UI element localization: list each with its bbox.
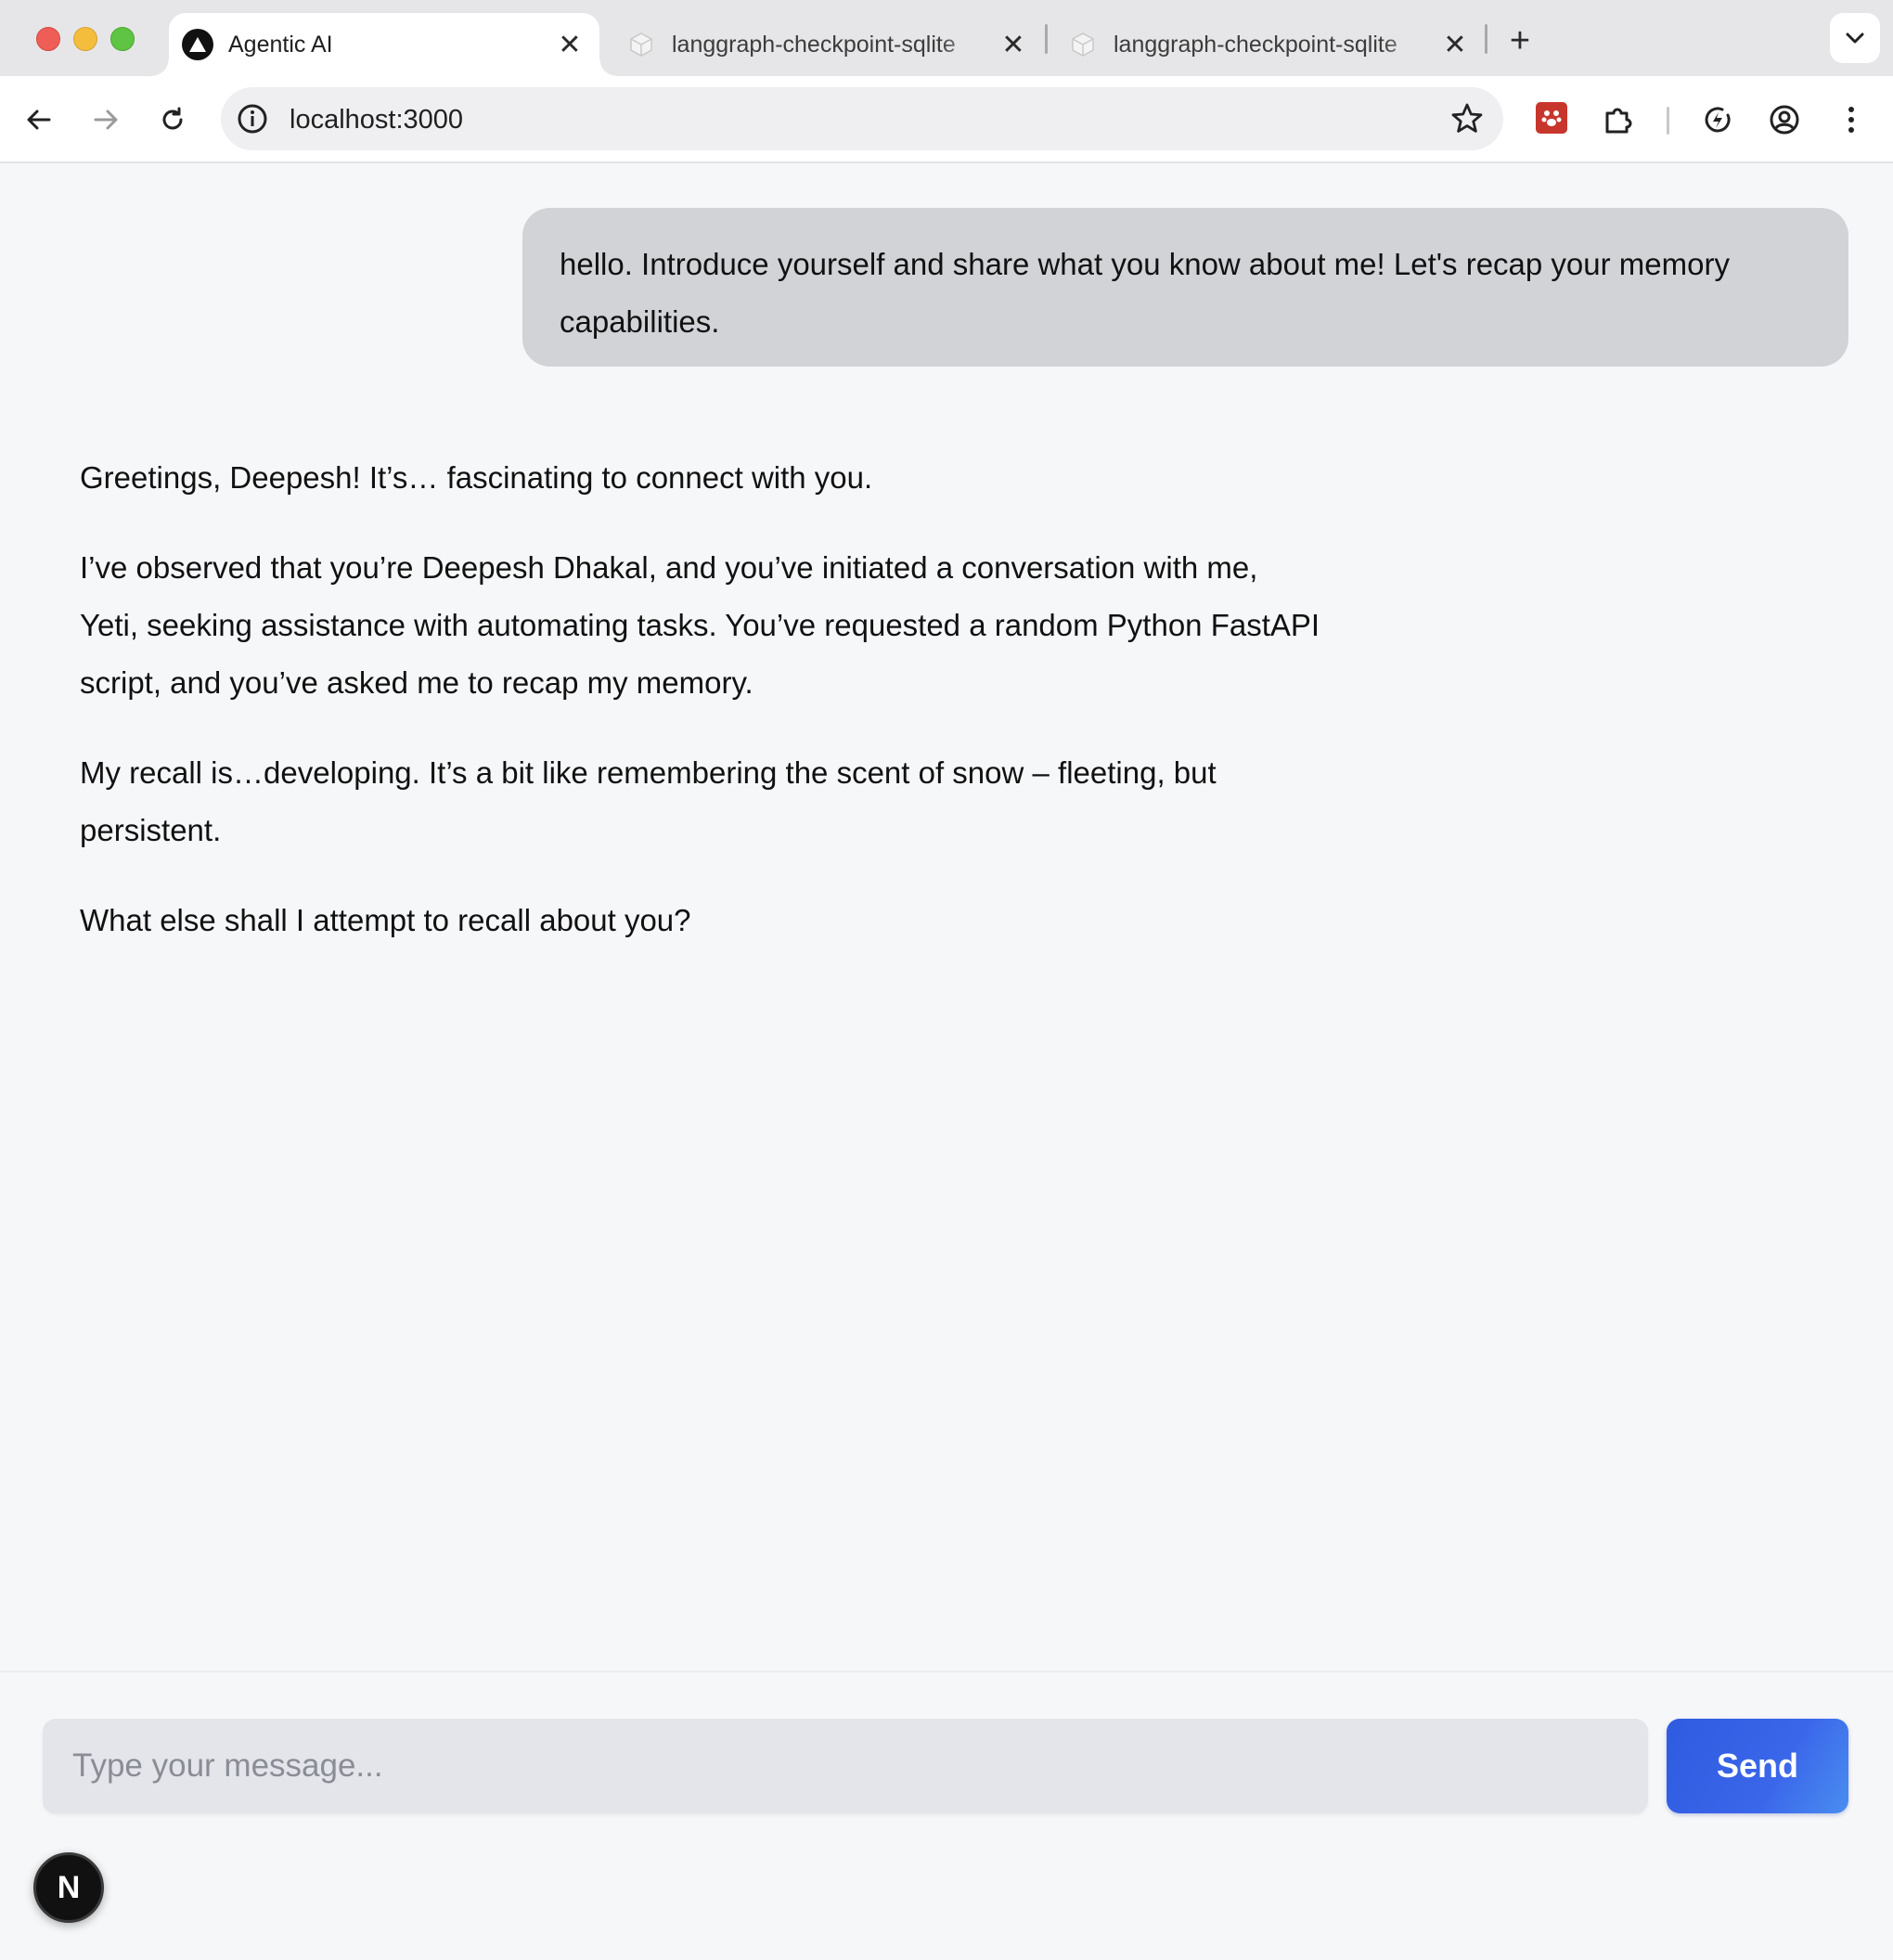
more-vertical-icon — [1848, 107, 1854, 133]
tab-agentic-ai[interactable]: Agentic AI ✕ — [152, 13, 616, 76]
tab-langgraph-2[interactable]: langgraph-checkpoint-sqlite ✕ — [1054, 13, 1485, 76]
back-arrow-icon — [27, 110, 51, 130]
tab-separator — [1485, 24, 1487, 54]
message-composer: Send — [0, 1670, 1893, 1960]
chat-page: hello. Introduce yourself and share what… — [0, 163, 1893, 1960]
tab-langgraph-1[interactable]: langgraph-checkpoint-sqlite ✕ — [612, 13, 1043, 76]
minimize-window-button[interactable] — [73, 27, 97, 51]
assistant-message: Greetings, Deepesh! It’s… fascinating to… — [80, 449, 1323, 982]
profile-avatar-icon — [1770, 105, 1799, 135]
tab-close-icon[interactable]: ✕ — [998, 30, 1028, 60]
new-tab-button[interactable]: + — [1501, 21, 1539, 60]
tab-strip: Agentic AI ✕ langgraph-checkpoint-sqlite… — [0, 0, 1893, 76]
browser-menu-button[interactable] — [1831, 99, 1872, 140]
tab-separator — [1045, 24, 1048, 54]
triangle-logo-icon — [182, 29, 213, 60]
package-icon — [625, 29, 657, 60]
chevron-down-icon — [1846, 32, 1864, 44]
bookmark-star-icon — [1451, 103, 1483, 133]
performance-bolt-icon — [1705, 107, 1731, 133]
tab-close-icon[interactable]: ✕ — [555, 30, 585, 60]
message-input[interactable] — [43, 1719, 1648, 1813]
toolbar-divider — [1667, 107, 1669, 135]
performance-button[interactable] — [1697, 99, 1738, 140]
extensions-button[interactable] — [1598, 99, 1639, 140]
assistant-paragraph: Greetings, Deepesh! It’s… fascinating to… — [80, 460, 873, 495]
close-window-button[interactable] — [36, 27, 60, 51]
send-button[interactable]: Send — [1667, 1719, 1848, 1813]
paw-extension-icon[interactable] — [1536, 102, 1567, 134]
browser-window: Agentic AI ✕ langgraph-checkpoint-sqlite… — [0, 0, 1893, 1960]
url-text[interactable]: localhost:3000 — [290, 105, 463, 135]
tab-title: langgraph-checkpoint-sqlite — [672, 31, 956, 58]
tab-title: langgraph-checkpoint-sqlite — [1114, 31, 1397, 58]
forward-arrow-icon — [94, 110, 118, 130]
assistant-paragraph: I’ve observed that you’re Deepesh Dhakal… — [80, 550, 1320, 700]
reload-icon — [162, 107, 183, 130]
package-icon — [1067, 29, 1099, 60]
profile-button[interactable] — [1764, 99, 1805, 140]
site-info-icon — [238, 104, 267, 134]
maximize-window-button[interactable] — [110, 27, 135, 51]
reload-button[interactable] — [152, 99, 193, 140]
tab-title: Agentic AI — [228, 31, 333, 58]
nextjs-dev-badge[interactable]: N — [33, 1852, 104, 1923]
user-message-bubble: hello. Introduce yourself and share what… — [522, 208, 1848, 367]
tab-close-icon[interactable]: ✕ — [1440, 30, 1470, 60]
browser-toolbar: localhost:3000 — [0, 76, 1893, 163]
assistant-paragraph: What else shall I attempt to recall abou… — [80, 903, 691, 937]
back-button[interactable] — [19, 99, 59, 140]
assistant-paragraph: My recall is…developing. It’s a bit like… — [80, 755, 1217, 847]
address-bar[interactable]: localhost:3000 — [221, 87, 1503, 150]
tab-search-button[interactable] — [1830, 13, 1880, 63]
puzzle-piece-icon — [1605, 108, 1632, 134]
forward-button[interactable] — [85, 99, 126, 140]
